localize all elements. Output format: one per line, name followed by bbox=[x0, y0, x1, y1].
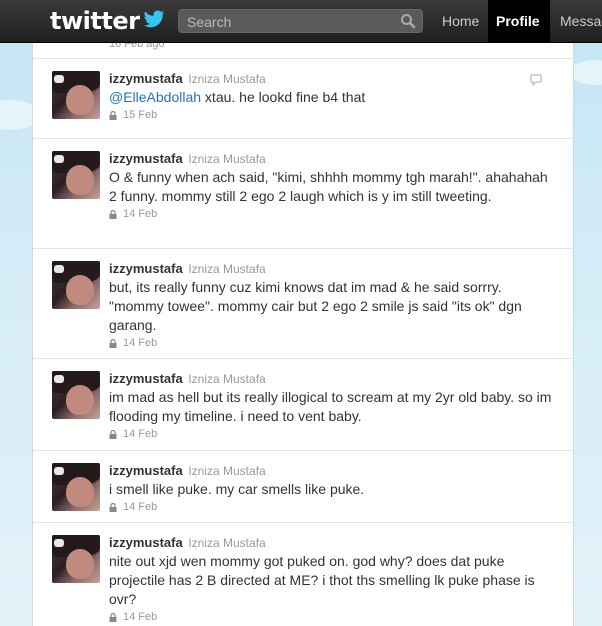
tweet-username[interactable]: izzymustafa bbox=[109, 371, 183, 386]
twitter-logo[interactable]: twitter bbox=[50, 6, 165, 36]
tweet-date[interactable]: 14 Feb bbox=[123, 428, 157, 440]
tweet-username[interactable]: izzymustafa bbox=[109, 71, 183, 86]
tweet: izzymustafa Izniza Mustafa @ElleAbdollah… bbox=[33, 59, 573, 139]
tweet-meta: 14 Feb bbox=[109, 428, 553, 440]
tweet-text-content: xtau. he lookd fine b4 that bbox=[201, 89, 366, 105]
tweet-text: im mad as hell but its really illogical … bbox=[109, 389, 552, 424]
tweet-meta: 14 Feb bbox=[109, 208, 553, 220]
avatar[interactable] bbox=[52, 463, 100, 511]
nav-profile[interactable]: Profile bbox=[488, 0, 550, 42]
tweet-fullname: Izniza Mustafa bbox=[188, 464, 266, 478]
tweet-meta: 14 Feb bbox=[109, 501, 553, 513]
avatar[interactable] bbox=[52, 261, 100, 309]
top-bar: twitter Home Profile Messages bbox=[0, 0, 602, 43]
tweet-username[interactable]: izzymustafa bbox=[109, 535, 183, 550]
tweet-text: O & funny when ach said, "kimi, shhhh mo… bbox=[109, 169, 548, 204]
lock-icon bbox=[109, 502, 117, 512]
tweet-meta: 14 Feb bbox=[109, 337, 553, 349]
tweet-date[interactable]: 14 Feb bbox=[123, 337, 157, 349]
avatar[interactable] bbox=[52, 371, 100, 419]
background-cloud bbox=[570, 60, 602, 85]
logo-text: twitter bbox=[50, 7, 140, 35]
tweet-username[interactable]: izzymustafa bbox=[109, 463, 183, 478]
tweet-date[interactable]: 15 Feb bbox=[123, 109, 157, 121]
lock-icon bbox=[109, 612, 117, 622]
lock-icon bbox=[109, 338, 117, 348]
tweet-fullname: Izniza Mustafa bbox=[188, 152, 266, 166]
previous-tweet-stub: 16 Feb ago bbox=[33, 42, 573, 59]
tweet-text: i smell like puke. my car smells like pu… bbox=[109, 481, 365, 497]
tweet: izzymustafa Izniza Mustafa i smell like … bbox=[33, 451, 573, 523]
search-icon[interactable] bbox=[400, 13, 416, 29]
tweet-fullname: Izniza Mustafa bbox=[188, 536, 266, 550]
lock-icon bbox=[109, 209, 117, 219]
tweet-username[interactable]: izzymustafa bbox=[109, 151, 183, 166]
previous-tweet-meta: 16 Feb ago bbox=[109, 42, 165, 50]
tweet-date[interactable]: 14 Feb bbox=[123, 208, 157, 220]
tweet-meta: 14 Feb bbox=[109, 611, 553, 623]
tweet-fullname: Izniza Mustafa bbox=[188, 72, 266, 86]
lock-icon bbox=[109, 110, 117, 120]
reply-icon[interactable] bbox=[529, 73, 543, 87]
avatar[interactable] bbox=[52, 71, 100, 119]
avatar[interactable] bbox=[52, 535, 100, 583]
nav-messages[interactable]: Messages bbox=[552, 0, 602, 42]
tweet: izzymustafa Izniza Mustafa im mad as hel… bbox=[33, 359, 573, 451]
search-box[interactable] bbox=[178, 9, 423, 33]
tweet-text: nite out xjd wen mommy got puked on. god… bbox=[109, 553, 535, 607]
tweet-fullname: Izniza Mustafa bbox=[188, 372, 266, 386]
tweet-date[interactable]: 14 Feb bbox=[123, 501, 157, 513]
tweet-text: @ElleAbdollah xtau. he lookd fine b4 tha… bbox=[109, 88, 553, 107]
nav-home[interactable]: Home bbox=[434, 0, 488, 42]
tweet: izzymustafa Izniza Mustafa O & funny whe… bbox=[33, 139, 573, 249]
bird-icon bbox=[143, 9, 165, 33]
lock-icon bbox=[109, 429, 117, 439]
tweet-meta: 15 Feb bbox=[109, 109, 553, 121]
tweet-date[interactable]: 14 Feb bbox=[123, 611, 157, 623]
tweet: izzymustafa Izniza Mustafa nite out xjd … bbox=[33, 523, 573, 626]
tweet-username[interactable]: izzymustafa bbox=[109, 261, 183, 276]
tweet-text: but, its really funny cuz kimi knows dat… bbox=[109, 279, 522, 333]
avatar[interactable] bbox=[52, 151, 100, 199]
tweet-mention-link[interactable]: @ElleAbdollah bbox=[109, 89, 201, 105]
timeline: 16 Feb ago izzymustafa Izniza Mustafa @E… bbox=[32, 42, 574, 626]
search-input[interactable] bbox=[185, 12, 399, 32]
tweet-fullname: Izniza Mustafa bbox=[188, 262, 266, 276]
tweet: izzymustafa Izniza Mustafa but, its real… bbox=[33, 249, 573, 359]
